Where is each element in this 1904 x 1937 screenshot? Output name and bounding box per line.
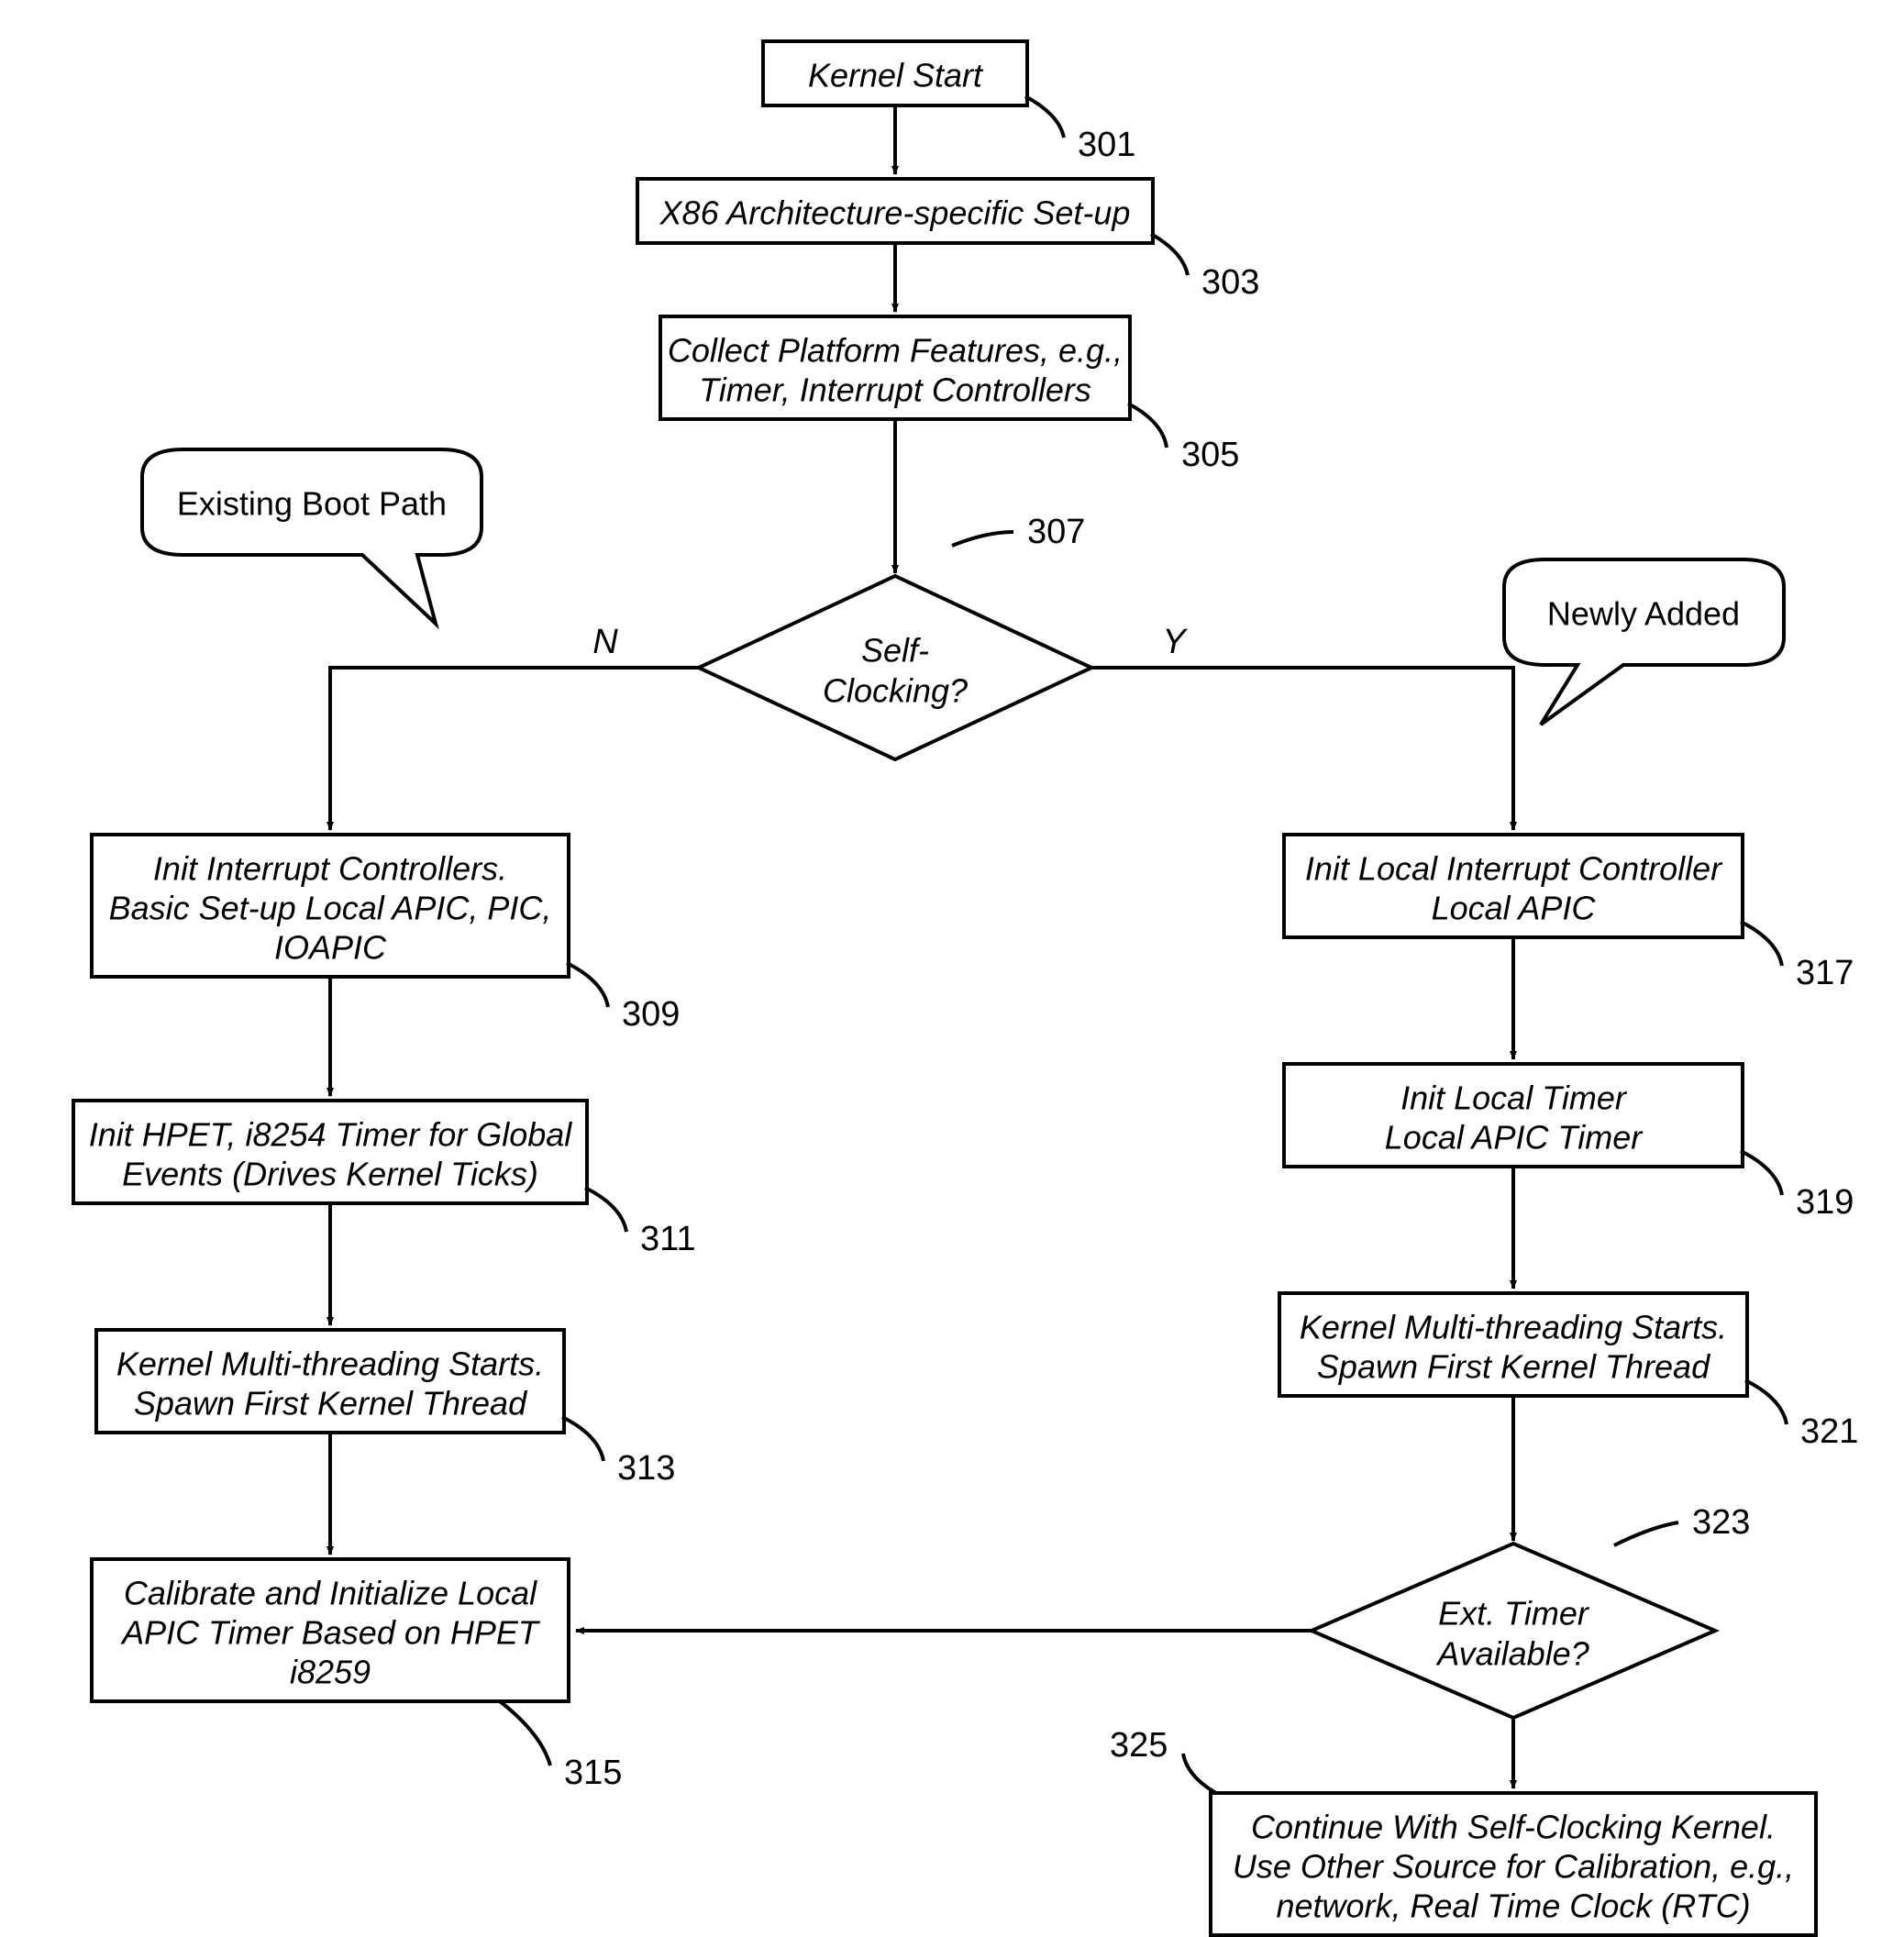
node-325-text-3: network, Real Time Clock (RTC) — [1276, 1887, 1750, 1925]
node-313: Kernel Multi-threading Starts. Spawn Fir… — [96, 1330, 564, 1433]
node-303-text: X86 Architecture-specific Set-up — [659, 194, 1131, 232]
node-317-text-1: Init Local Interrupt Controller — [1305, 850, 1723, 888]
leader-307 — [952, 532, 1013, 546]
node-315: Calibrate and Initialize Local APIC Time… — [92, 1559, 569, 1701]
node-309: Init Interrupt Controllers. Basic Set-up… — [92, 835, 569, 977]
node-301: Kernel Start — [763, 41, 1027, 105]
ref-321: 321 — [1800, 1412, 1858, 1451]
node-309-text-2: Basic Set-up Local APIC, PIC, — [109, 890, 552, 927]
node-321-text-2: Spawn First Kernel Thread — [1317, 1348, 1710, 1386]
node-311-text-1: Init HPET, i8254 Timer for Global — [89, 1116, 573, 1154]
node-319-text-2: Local APIC Timer — [1385, 1119, 1644, 1157]
node-313-text-2: Spawn First Kernel Thread — [134, 1385, 527, 1422]
leader-315 — [500, 1701, 550, 1765]
ref-313: 313 — [617, 1449, 675, 1488]
ref-305: 305 — [1181, 436, 1239, 474]
flowchart: Kernel Start 301 X86 Architecture-specif… — [0, 0, 1904, 1937]
leader-301 — [1025, 96, 1064, 138]
leader-303 — [1151, 234, 1188, 275]
node-311-text-2: Events (Drives Kernel Ticks) — [122, 1156, 538, 1193]
node-319-text-1: Init Local Timer — [1400, 1079, 1628, 1117]
ref-301: 301 — [1078, 126, 1135, 164]
callout-existing-text: Existing Boot Path — [177, 485, 447, 523]
node-317: Init Local Interrupt Controller Local AP… — [1284, 835, 1743, 937]
node-303: X86 Architecture-specific Set-up — [637, 179, 1153, 243]
node-321-text-1: Kernel Multi-threading Starts. — [1300, 1309, 1727, 1346]
node-323-text-1: Ext. Timer — [1438, 1595, 1590, 1633]
node-309-text-3: IOAPIC — [274, 929, 387, 967]
node-301-text: Kernel Start — [808, 57, 984, 94]
ref-303: 303 — [1201, 263, 1259, 302]
node-319: Init Local Timer Local APIC Timer — [1284, 1064, 1743, 1167]
callout-existing: Existing Boot Path — [142, 449, 482, 624]
branch-n-label: N — [592, 623, 618, 661]
node-325-text-1: Continue With Self-Clocking Kernel. — [1251, 1809, 1776, 1846]
edge-307-309 — [330, 668, 699, 830]
leader-321 — [1745, 1380, 1787, 1424]
node-309-text-1: Init Interrupt Controllers. — [153, 850, 507, 888]
leader-317 — [1741, 922, 1782, 966]
ref-317: 317 — [1796, 954, 1854, 992]
node-317-text-2: Local APIC — [1432, 890, 1597, 927]
node-307: Self- Clocking? — [699, 576, 1091, 759]
ref-323: 323 — [1692, 1503, 1750, 1542]
ref-319: 319 — [1796, 1183, 1854, 1222]
leader-319 — [1741, 1151, 1782, 1195]
leader-305 — [1128, 404, 1167, 448]
node-307-text-2: Clocking? — [823, 672, 968, 710]
leader-309 — [567, 963, 608, 1007]
leader-325 — [1183, 1754, 1224, 1798]
callout-newly-text: Newly Added — [1547, 595, 1740, 633]
leader-313 — [562, 1417, 603, 1461]
node-315-text-3: i8259 — [290, 1654, 371, 1691]
callout-newly: Newly Added — [1504, 559, 1784, 725]
leader-323 — [1614, 1522, 1678, 1545]
node-325-text-2: Use Other Source for Calibration, e.g., — [1233, 1848, 1794, 1886]
ref-315: 315 — [564, 1754, 622, 1792]
node-321: Kernel Multi-threading Starts. Spawn Fir… — [1279, 1293, 1747, 1396]
node-323-text-2: Available? — [1435, 1635, 1589, 1673]
ref-309: 309 — [622, 995, 680, 1034]
node-311: Init HPET, i8254 Timer for Global Events… — [73, 1101, 587, 1203]
node-307-text-1: Self- — [861, 632, 929, 670]
node-315-text-2: APIC Timer Based on HPET — [120, 1614, 541, 1652]
node-315-text-1: Calibrate and Initialize Local — [124, 1575, 537, 1612]
node-305: Collect Platform Features, e.g., Timer, … — [660, 316, 1130, 419]
node-313-text-1: Kernel Multi-threading Starts. — [116, 1345, 544, 1383]
node-305-text-1: Collect Platform Features, e.g., — [668, 332, 1123, 370]
edge-307-317 — [1091, 668, 1513, 830]
node-323: Ext. Timer Available? — [1312, 1544, 1715, 1718]
node-305-text-2: Timer, Interrupt Controllers — [699, 371, 1091, 409]
branch-y-label: Y — [1162, 623, 1188, 661]
ref-311: 311 — [640, 1220, 696, 1258]
leader-311 — [585, 1188, 626, 1232]
ref-307: 307 — [1027, 513, 1085, 551]
ref-325: 325 — [1110, 1726, 1168, 1765]
node-325: Continue With Self-Clocking Kernel. Use … — [1211, 1793, 1816, 1935]
